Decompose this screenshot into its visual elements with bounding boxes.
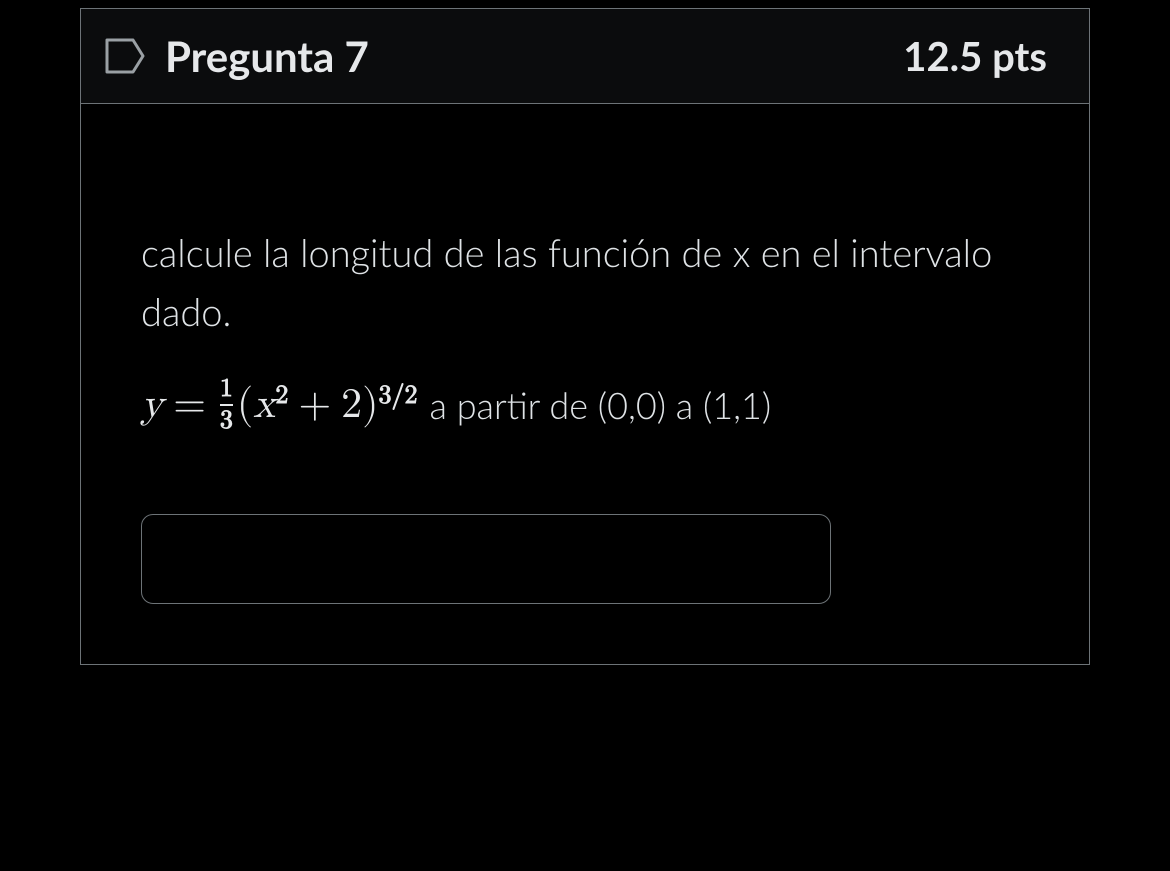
- answer-input[interactable]: [141, 514, 831, 604]
- eq-frac-den: 3: [220, 404, 233, 434]
- equation-formula: y = 1 3 ( x 2 + 2 ) 3/2: [141, 376, 418, 434]
- equation-line: y = 1 3 ( x 2 + 2 ) 3/2 a partir de (0,0…: [141, 376, 1029, 434]
- eq-constant: 2: [341, 380, 362, 430]
- eq-equals: =: [163, 380, 216, 430]
- header-left: Pregunta 7: [103, 31, 369, 81]
- question-title: Pregunta 7: [165, 31, 369, 81]
- question-points: 12.5 pts: [903, 32, 1047, 80]
- eq-base-exp: 2: [275, 381, 288, 412]
- eq-outer-exp: 3/2: [378, 381, 417, 412]
- equation-range: a partir de (0,0) a (1,1): [430, 383, 772, 427]
- eq-plus: +: [288, 380, 341, 430]
- eq-base-var: x: [253, 380, 275, 430]
- bookmark-icon: [103, 34, 147, 78]
- question-prompt: calcule la longitud de las función de x …: [141, 224, 1029, 342]
- eq-open-paren: (: [237, 380, 253, 430]
- eq-frac-num: 1: [220, 376, 233, 404]
- question-card: Pregunta 7 12.5 pts calcule la longitud …: [80, 8, 1090, 665]
- eq-fraction: 1 3: [220, 376, 233, 434]
- question-header: Pregunta 7 12.5 pts: [81, 9, 1089, 104]
- eq-lhs: y: [141, 380, 163, 430]
- question-body: calcule la longitud de las función de x …: [81, 104, 1089, 664]
- eq-close-paren: ): [362, 380, 378, 430]
